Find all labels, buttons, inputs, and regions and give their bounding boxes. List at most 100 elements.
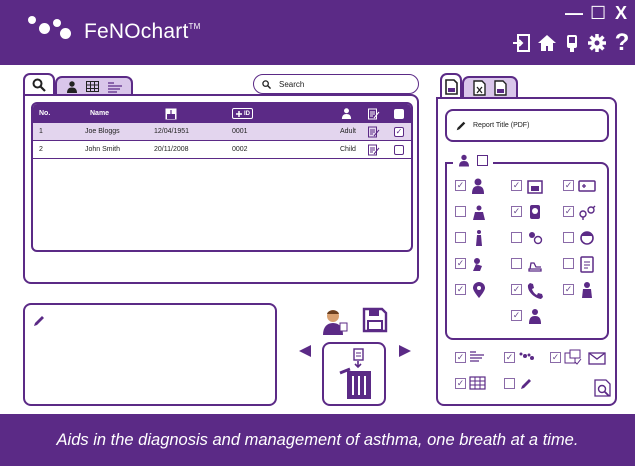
csv-file-icon[interactable] <box>494 80 507 96</box>
option-checkbox[interactable]: ✓ <box>455 284 466 295</box>
table-header: No. Name ID <box>33 104 411 123</box>
select-all-checkbox[interactable] <box>394 108 404 119</box>
row-no: 2 <box>39 146 43 153</box>
delete-button[interactable] <box>322 342 386 406</box>
row-checkbox[interactable]: ✓ <box>394 126 404 137</box>
prev-arrow-icon[interactable] <box>298 344 312 358</box>
excel-file-icon[interactable] <box>473 80 486 96</box>
envelope-icon[interactable] <box>588 349 606 367</box>
pdf-file-icon <box>444 78 458 95</box>
option-checkbox[interactable]: ✓ <box>563 284 574 295</box>
search-icon <box>262 79 271 89</box>
option-checkbox[interactable] <box>563 258 574 269</box>
search-input[interactable]: Search <box>253 74 419 94</box>
calendar-icon <box>526 177 544 195</box>
row-dob: 20/11/2008 <box>154 146 189 153</box>
table-icon[interactable] <box>85 81 99 92</box>
maximize-button[interactable]: ☐ <box>590 4 606 22</box>
location-icon <box>470 281 488 299</box>
option-checkbox[interactable] <box>511 258 522 269</box>
row-name: John Smith <box>85 146 121 153</box>
col-edit[interactable] <box>368 104 380 123</box>
option-checkbox[interactable] <box>563 232 574 243</box>
exit-icon[interactable] <box>511 32 533 54</box>
row-type: Child <box>340 146 356 153</box>
col-no[interactable]: No. <box>39 104 50 123</box>
col-type[interactable] <box>341 104 352 123</box>
extra-option-checkbox[interactable]: ✓ <box>550 352 561 363</box>
edit-note-icon[interactable] <box>368 123 380 140</box>
extra-option-checkbox[interactable]: ✓ <box>455 352 466 363</box>
row-checkbox[interactable] <box>394 144 404 155</box>
edit-note-icon[interactable] <box>368 141 380 158</box>
extra-option-checkbox[interactable]: ✓ <box>455 378 466 389</box>
report-title-input[interactable]: Report Title (PDF) <box>445 109 609 142</box>
smoking-icon <box>470 255 488 273</box>
face-icon <box>578 229 596 247</box>
extra-option-checkbox[interactable] <box>504 378 515 389</box>
row-id: 0002 <box>232 146 248 153</box>
option-checkbox[interactable] <box>455 232 466 243</box>
person-icon[interactable] <box>66 80 78 93</box>
row-no: 1 <box>39 128 43 135</box>
sex-symbols-icon <box>578 203 596 221</box>
weight-icon <box>470 203 488 221</box>
birthday-cake-icon <box>165 108 177 119</box>
option-checkbox[interactable]: ✓ <box>511 206 522 217</box>
title-bar: FeNOchartTM — ☐ X ? <box>0 0 635 65</box>
edit-note-icon <box>368 108 380 119</box>
home-icon[interactable] <box>536 32 558 54</box>
option-checkbox[interactable]: ✓ <box>563 206 574 217</box>
ethnicity-icon <box>526 229 544 247</box>
table-row[interactable]: 1 Joe Bloggs 12/04/1951 0001 Adult ✓ <box>33 123 411 141</box>
logo-dots-icon <box>518 348 536 366</box>
tab-pdf[interactable] <box>440 73 462 98</box>
trash-icon <box>339 348 371 399</box>
patient-table: No. Name ID 1 Joe Bloggs 12/04/1951 0001… <box>31 102 413 252</box>
tab-bar-exports <box>462 76 518 98</box>
row-name: Joe Bloggs <box>85 128 120 135</box>
option-checkbox[interactable]: ✓ <box>511 284 522 295</box>
option-checkbox[interactable]: ✓ <box>511 310 522 321</box>
option-checkbox[interactable]: ✓ <box>511 180 522 191</box>
option-checkbox[interactable] <box>455 206 466 217</box>
email-attachment-icon <box>564 348 582 366</box>
patient-option-checkbox[interactable] <box>477 155 488 166</box>
col-id[interactable]: ID <box>232 104 253 123</box>
next-arrow-icon[interactable] <box>398 344 412 358</box>
id-card-icon <box>236 110 242 117</box>
pen-icon <box>518 374 536 392</box>
pen-icon <box>456 121 466 130</box>
row-type: Adult <box>340 128 356 135</box>
footer-tagline: Aids in the diagnosis and management of … <box>0 414 635 466</box>
close-button[interactable]: X <box>615 4 627 22</box>
minimize-button[interactable]: — <box>565 4 583 22</box>
option-checkbox[interactable]: ✓ <box>455 258 466 269</box>
gear-icon[interactable] <box>586 32 608 54</box>
option-checkbox[interactable]: ✓ <box>455 180 466 191</box>
pen-icon <box>34 316 44 326</box>
table-icon <box>469 374 487 392</box>
save-icon[interactable] <box>362 307 388 333</box>
doctor-icon[interactable] <box>321 308 349 336</box>
preview-icon[interactable] <box>594 379 612 397</box>
report-icon[interactable] <box>107 81 123 93</box>
table-row[interactable]: 2 John Smith 20/11/2008 0002 Child <box>33 141 411 159</box>
notes-panel[interactable] <box>23 303 277 406</box>
col-name[interactable]: Name <box>90 104 109 123</box>
device-icon[interactable] <box>561 32 583 54</box>
extra-option-checkbox[interactable]: ✓ <box>504 352 515 363</box>
phone-icon <box>526 281 544 299</box>
clipboard-icon <box>578 255 596 273</box>
col-select-all[interactable] <box>394 104 404 123</box>
app-title: FeNOchartTM <box>84 20 201 43</box>
option-checkbox[interactable] <box>511 232 522 243</box>
option-checkbox[interactable]: ✓ <box>563 180 574 191</box>
gender-icon <box>526 203 544 221</box>
col-dob[interactable] <box>165 104 177 123</box>
row-dob: 12/04/1951 <box>154 128 190 135</box>
tab-bar-secondary <box>55 76 133 95</box>
help-icon[interactable]: ? <box>611 29 633 56</box>
tab-search[interactable] <box>23 73 55 95</box>
row-id: 0001 <box>232 128 248 135</box>
